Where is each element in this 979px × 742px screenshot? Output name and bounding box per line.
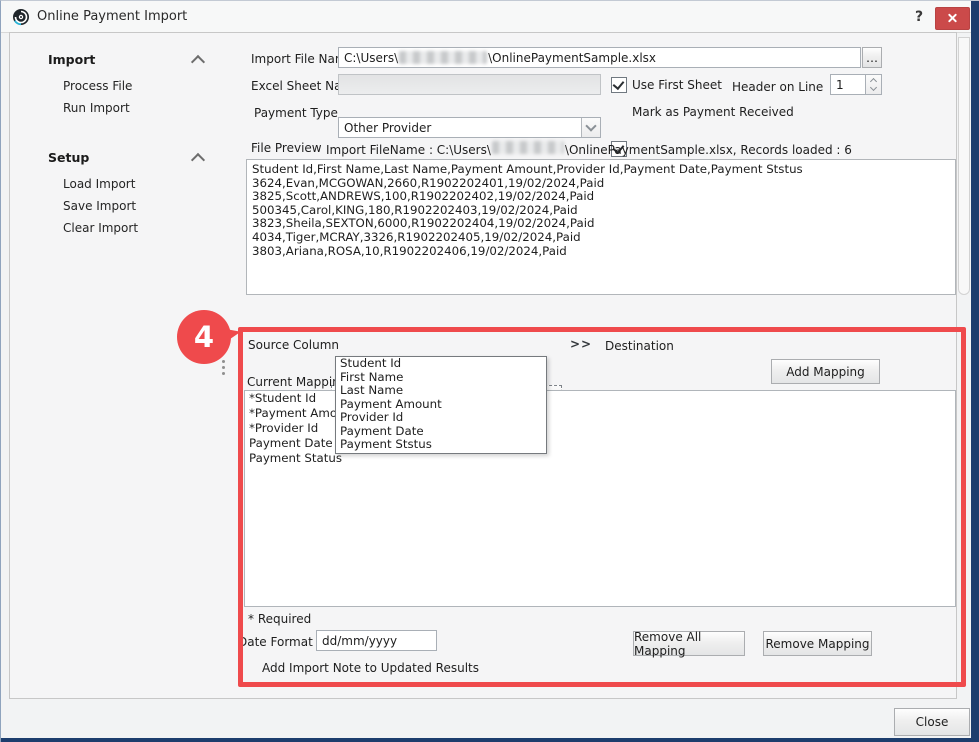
help-button[interactable]: ?: [909, 7, 929, 27]
spinner-down-icon: [870, 84, 877, 91]
add-import-note-label: Add Import Note to Updated Results: [262, 661, 479, 675]
sidebar-section-setup[interactable]: Setup: [48, 150, 89, 165]
source-column-label: Source Column: [248, 338, 339, 352]
window-border-bottom: [1, 738, 979, 742]
window-border-right: [971, 1, 979, 742]
app-logo-icon: [12, 8, 30, 26]
browse-file-button[interactable]: …: [862, 47, 882, 68]
preview-line: 3624,Evan,MCGOWAN,2660,R1902202401,19/02…: [252, 177, 950, 191]
sidebar-item[interactable]: Load Import: [63, 173, 138, 195]
preview-line: 500345,Carol,KING,180,R1902202403,19/02/…: [252, 204, 950, 218]
header-on-line-field[interactable]: 1: [830, 74, 866, 95]
ellipsis-icon: …: [866, 51, 878, 65]
current-mapping-label: Current Mapping: [247, 375, 347, 389]
payment-type-combobox[interactable]: Other Provider: [338, 117, 601, 138]
dropdown-item[interactable]: Provider Id: [336, 411, 546, 425]
preview-line: Student Id,First Name,Last Name,Payment …: [252, 163, 950, 177]
map-arrows: >>: [570, 337, 592, 351]
use-first-sheet-label: Use First Sheet: [632, 78, 722, 92]
destination-label: Destination: [605, 339, 674, 353]
redacted-username: [492, 141, 564, 154]
dropdown-item[interactable]: First Name: [336, 371, 546, 385]
payment-type-label: Payment Type: [254, 106, 338, 120]
header-on-line-label: Header on Line: [732, 80, 823, 94]
file-preview-box: Student Id,First Name,Last Name,Payment …: [246, 159, 956, 295]
preview-line: 3823,Sheila,SEXTON,6000,R1902202404,19/0…: [252, 217, 950, 231]
remove-all-mapping-button[interactable]: Remove All Mapping: [633, 631, 745, 656]
import-file-name-field[interactable]: C:\Users\\OnlinePaymentSample.xlsx: [338, 47, 861, 68]
redacted-username: [399, 51, 487, 64]
sidebar-import-items: Process FileRun Import: [63, 75, 132, 119]
sidebar-section-import[interactable]: Import: [48, 52, 95, 67]
mark-payment-received-label: Mark as Payment Received: [632, 105, 794, 119]
preview-line: 4034,Tiger,MCRAY,3326,R1902202405,19/02/…: [252, 231, 950, 245]
source-column-dropdown-popup: Student IdFirst NameLast NamePayment Amo…: [335, 356, 547, 454]
window-title: Online Payment Import: [37, 9, 187, 24]
chevron-down-icon[interactable]: [581, 118, 600, 137]
date-format-label: Date Format: [238, 635, 313, 649]
sidebar-item[interactable]: Clear Import: [63, 217, 138, 239]
remove-mapping-button[interactable]: Remove Mapping: [763, 631, 872, 656]
required-note: * Required: [248, 612, 311, 626]
excel-sheet-name-field: [338, 74, 601, 95]
dropdown-item[interactable]: Payment Ststus: [336, 438, 546, 452]
collapsed-panel-strip[interactable]: [958, 37, 970, 295]
close-button[interactable]: Close: [894, 708, 970, 736]
dropdown-item[interactable]: Student Id: [336, 357, 546, 371]
preview-line: 3825,Scott,ANDREWS,100,R1902202402,19/02…: [252, 190, 950, 204]
add-mapping-button[interactable]: Add Mapping: [771, 359, 880, 384]
annotation-number: 4: [194, 320, 214, 354]
sidebar-item[interactable]: Process File: [63, 75, 132, 97]
date-format-field[interactable]: dd/mm/yyyy: [316, 630, 437, 651]
sidebar-item[interactable]: Save Import: [63, 195, 138, 217]
dropdown-item[interactable]: Last Name: [336, 384, 546, 398]
close-icon: [936, 8, 969, 29]
splitter-grip[interactable]: [222, 360, 225, 375]
preview-line: 3803,Ariana,ROSA,10,R1902202406,19/02/20…: [252, 245, 950, 259]
file-preview-info: Import FileName : C:\Users\\OnlinePaymen…: [326, 141, 852, 157]
online-payment-import-window: Online Payment Import ? Import Process F…: [0, 0, 979, 742]
header-on-line-spinner[interactable]: [865, 74, 882, 95]
sidebar-setup-items: Load ImportSave ImportClear Import: [63, 173, 138, 239]
sidebar-item[interactable]: Run Import: [63, 97, 132, 119]
dropdown-item[interactable]: Payment Date: [336, 425, 546, 439]
close-window-button[interactable]: [935, 7, 970, 30]
use-first-sheet-checkbox[interactable]: [611, 77, 627, 93]
dropdown-item[interactable]: Payment Amount: [336, 398, 546, 412]
annotation-balloon: 4: [177, 310, 231, 364]
file-preview-label: File Preview: [251, 141, 322, 155]
